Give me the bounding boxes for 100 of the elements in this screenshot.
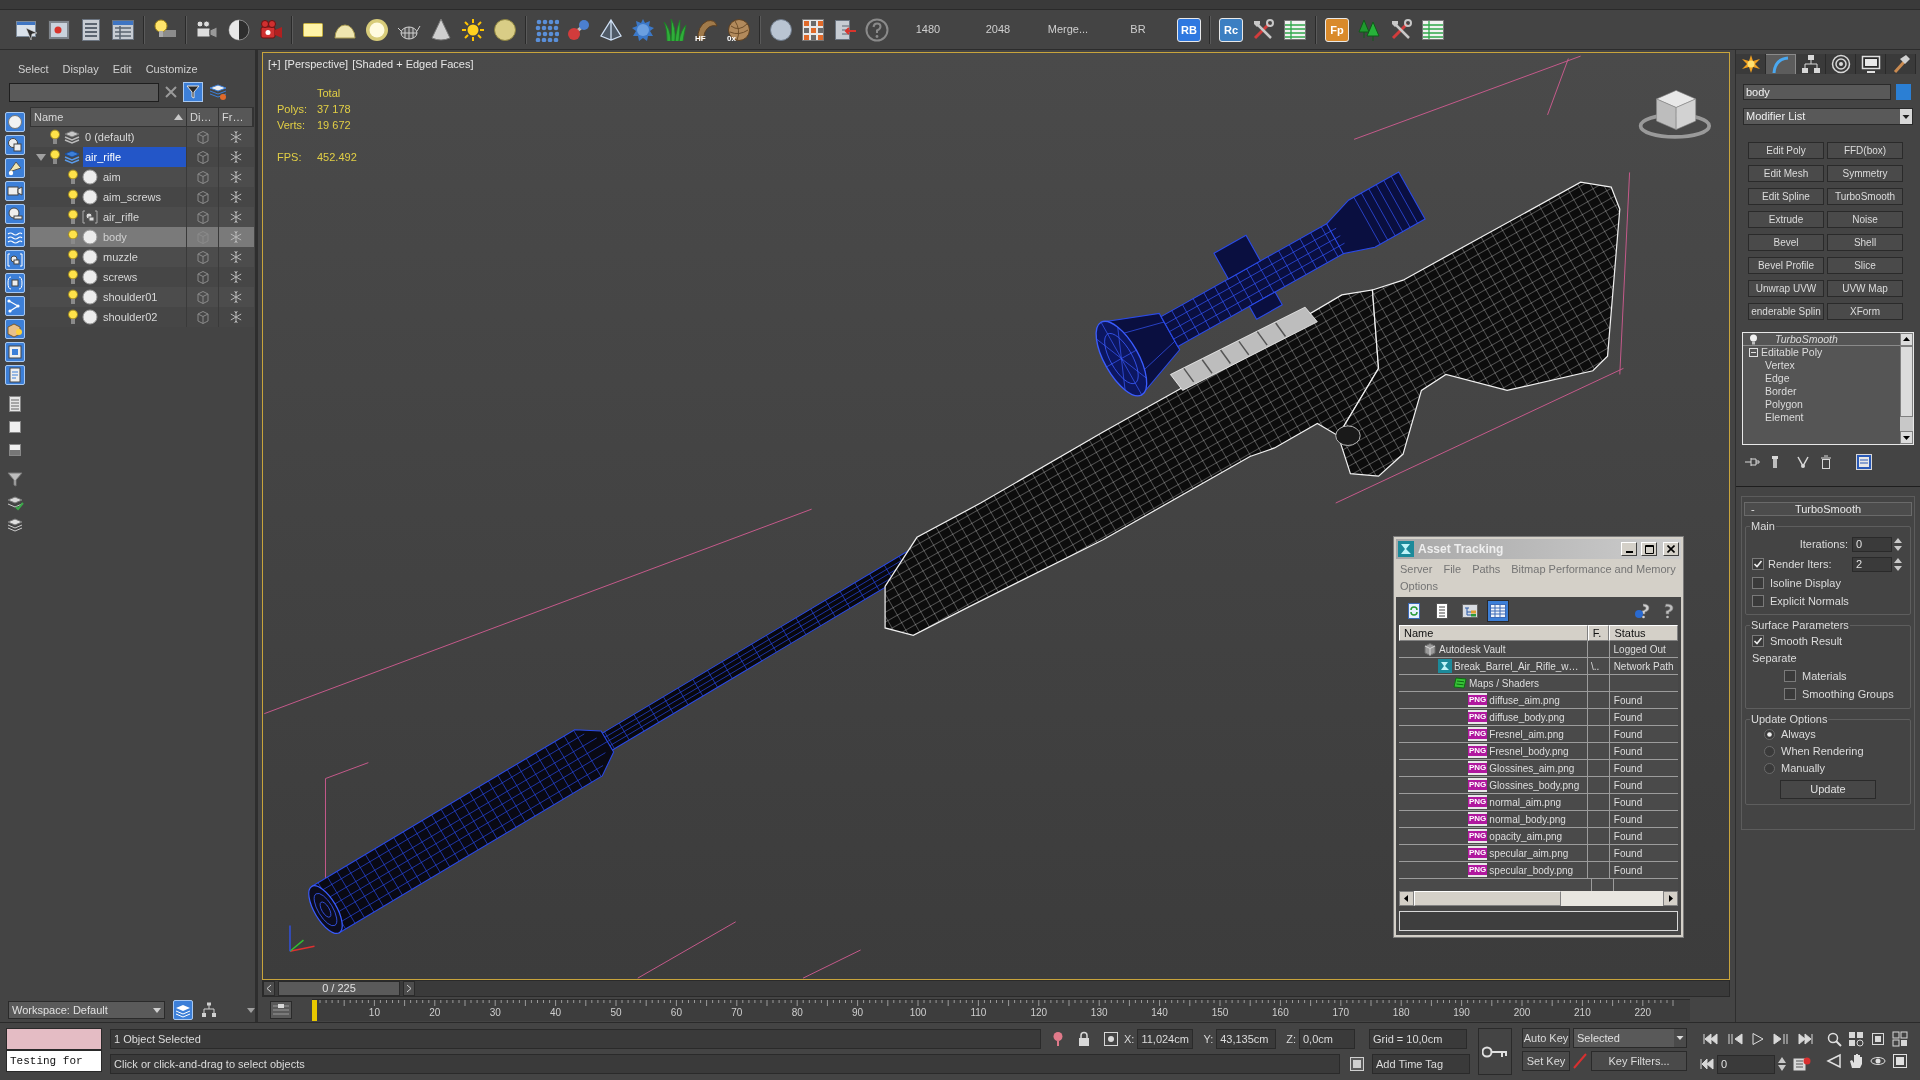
object-name[interactable]: aim_screws xyxy=(101,187,186,207)
play-icon[interactable] xyxy=(1752,1033,1764,1045)
snowflake-icon[interactable] xyxy=(228,170,243,184)
frame-field[interactable]: 0 xyxy=(1717,1054,1775,1074)
list-dot-icon[interactable] xyxy=(1793,1056,1811,1072)
bracket-icon[interactable] xyxy=(5,273,25,293)
box-bulb-icon[interactable] xyxy=(5,319,25,339)
asset-row[interactable]: PNG specular_body.png Found xyxy=(1399,862,1678,879)
panel-tab[interactable] xyxy=(1856,54,1886,74)
modifier-button[interactable]: Symmetry xyxy=(1827,165,1903,182)
menu-item[interactable]: Edit xyxy=(112,60,132,78)
rollout-header[interactable]: - TurboSmooth xyxy=(1744,502,1912,516)
camera-icon[interactable] xyxy=(5,181,25,201)
trees-icon[interactable] xyxy=(1357,17,1381,42)
light-bulb-icon[interactable] xyxy=(50,149,60,165)
fork-icon[interactable] xyxy=(1796,455,1810,469)
tree-row[interactable]: aim xyxy=(30,167,254,187)
stack-item[interactable]: Editable Poly xyxy=(1761,346,1823,359)
spinner-arrows-icon[interactable] xyxy=(1894,536,1902,552)
close-button[interactable] xyxy=(1663,542,1679,556)
modifier-button[interactable]: Bevel xyxy=(1748,234,1824,251)
list-window-icon[interactable] xyxy=(79,17,103,42)
modifier-button[interactable]: FFD(box) xyxy=(1827,142,1903,159)
stack-item[interactable]: TurboSmooth xyxy=(1761,332,1838,346)
snowflake-icon[interactable] xyxy=(228,270,243,284)
modifier-stack[interactable]: TurboSmooth Editable Poly Vertex Edge Border Polygon Element xyxy=(1742,332,1914,445)
snowflake-icon[interactable] xyxy=(228,210,243,224)
name-field[interactable]: body xyxy=(1743,84,1891,100)
modifier-button[interactable]: Edit Spline xyxy=(1748,188,1824,205)
nested-squares-icon[interactable] xyxy=(1870,1031,1886,1047)
table-icon[interactable] xyxy=(1421,17,1445,42)
four-squares-icon[interactable] xyxy=(1892,1031,1908,1047)
checkbox[interactable] xyxy=(1752,577,1764,589)
wave-icon[interactable] xyxy=(5,227,25,247)
tape-measure-icon[interactable] xyxy=(5,204,25,224)
time-tag-field[interactable]: Add Time Tag xyxy=(1372,1054,1470,1074)
radio-button[interactable] xyxy=(1764,746,1775,757)
key-button[interactable] xyxy=(1478,1028,1512,1075)
help-icon[interactable] xyxy=(865,17,889,42)
group-icon[interactable] xyxy=(5,250,25,270)
plugin-button[interactable]: Rc xyxy=(1219,17,1243,42)
update-button[interactable]: Update xyxy=(1780,780,1876,799)
preset-button[interactable]: 2048 xyxy=(967,21,1029,38)
panel-tab[interactable] xyxy=(1886,54,1916,74)
expand-arrow-icon[interactable] xyxy=(36,153,46,161)
scroll-thumb[interactable] xyxy=(1900,346,1913,417)
asset-row[interactable]: Autodesk Vault Logged Out xyxy=(1399,641,1678,658)
set-key-button[interactable]: Set Key xyxy=(1522,1051,1570,1071)
tree-row[interactable]: muzzle xyxy=(30,247,254,267)
modifier-button[interactable]: Slice xyxy=(1827,257,1903,274)
light-bulb-icon[interactable] xyxy=(68,229,78,245)
object-name[interactable]: aim xyxy=(101,167,186,187)
column-header[interactable]: Di… xyxy=(187,108,219,126)
tool-button[interactable]: 0x xyxy=(727,17,751,42)
sun-icon[interactable] xyxy=(461,17,485,42)
grass-icon[interactable] xyxy=(663,17,687,42)
layer-name[interactable]: 0 (default) xyxy=(83,127,186,147)
coordinate-field[interactable]: 43,135cm xyxy=(1216,1029,1277,1049)
shaded-sphere-icon[interactable] xyxy=(769,17,793,42)
funnel-icon[interactable] xyxy=(5,469,25,489)
light-bulb-icon[interactable] xyxy=(68,169,78,185)
panel-tab[interactable] xyxy=(1796,54,1826,74)
checkbox[interactable] xyxy=(1752,595,1764,607)
go-to-end-icon[interactable] xyxy=(1798,1033,1814,1045)
menu-item[interactable]: Customize xyxy=(145,60,198,78)
light-bulb-icon[interactable] xyxy=(68,289,78,305)
light-bulb-icon[interactable] xyxy=(68,189,78,205)
document-icon[interactable] xyxy=(5,365,25,385)
triangle-icon[interactable] xyxy=(1826,1053,1842,1069)
column-header[interactable]: Name xyxy=(1399,625,1588,641)
nested-squares-icon[interactable] xyxy=(1892,1053,1908,1069)
pin-icon[interactable] xyxy=(1744,456,1760,468)
chevron-right-icon[interactable] xyxy=(403,981,415,996)
two-balls-icon[interactable] xyxy=(567,17,591,42)
modifier-button[interactable]: Unwrap UVW xyxy=(1748,280,1824,297)
list-box-icon[interactable] xyxy=(1856,454,1872,470)
viewcube-icon[interactable] xyxy=(1638,90,1711,139)
go-to-start-icon[interactable] xyxy=(1702,1033,1718,1045)
asset-row[interactable]: PNG diffuse_aim.png Found xyxy=(1399,692,1678,709)
previous-frame-icon[interactable] xyxy=(1727,1033,1743,1045)
panel-tab[interactable] xyxy=(1826,54,1856,74)
time-slider-thumb[interactable]: 0 / 225 xyxy=(278,981,400,996)
object-name[interactable]: screws xyxy=(101,267,186,287)
light-bulb-icon[interactable] xyxy=(68,209,78,225)
key-mode-dropdown[interactable]: Selected xyxy=(1573,1028,1687,1048)
scroll-right-icon[interactable] xyxy=(1663,891,1678,906)
window-arrow-icon[interactable] xyxy=(833,17,857,42)
scroll-up-icon[interactable] xyxy=(1900,333,1913,346)
snowflake-icon[interactable] xyxy=(228,130,243,144)
spinner-arrows-icon[interactable] xyxy=(1894,556,1902,572)
asset-row[interactable]: Maps / Shaders xyxy=(1399,675,1678,692)
viewport-label[interactable]: [+] xyxy=(268,56,281,73)
modifier-button[interactable]: Extrude xyxy=(1748,211,1824,228)
spotlight-icon[interactable] xyxy=(5,158,25,178)
coordinate-field[interactable]: 0,0cm xyxy=(1299,1029,1355,1049)
modifier-button[interactable]: Edit Mesh xyxy=(1748,165,1824,182)
table-icon[interactable] xyxy=(1283,17,1307,42)
sphere-light-icon[interactable] xyxy=(493,17,517,42)
listener-input-field[interactable]: Testing for xyxy=(6,1050,102,1072)
clear-icon[interactable] xyxy=(165,86,177,98)
